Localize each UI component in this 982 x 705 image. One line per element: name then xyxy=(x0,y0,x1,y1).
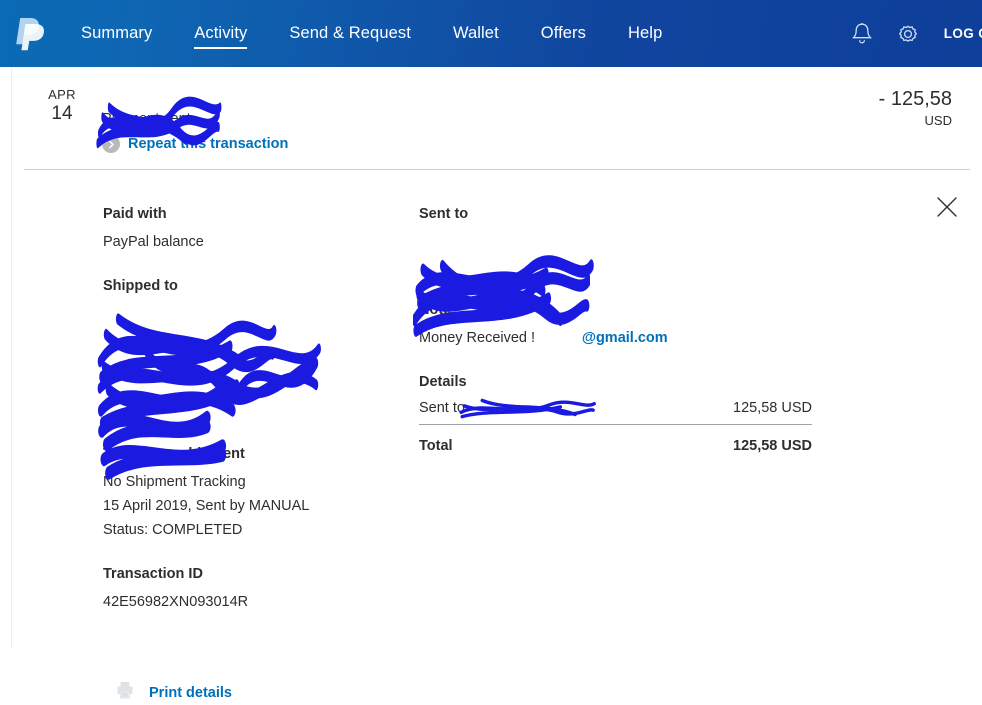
tracking-line: Status: COMPLETED xyxy=(103,522,243,538)
paid-with-value: PayPal balance xyxy=(103,234,204,250)
detail-right-column: Sent to [redacted name] xyxy=(413,204,847,636)
nav-label: Activity xyxy=(194,24,248,43)
transaction-amount-currency: USD xyxy=(924,113,952,128)
logout-button[interactable]: LOG OUT xyxy=(944,26,982,41)
nav-item-help[interactable]: Help xyxy=(607,0,683,67)
redacted-address-line: [redact5] xyxy=(100,398,227,494)
shipped-to-title: Shipped to xyxy=(103,278,178,294)
details-row-label: Sent to[redacted recipient] xyxy=(419,398,596,419)
sent-to-section: Sent to [redacted name] xyxy=(413,204,847,346)
redacted-row-recipient: [redacted recipient] xyxy=(459,398,596,419)
transaction-date-day: 14 xyxy=(51,103,73,124)
transaction-id-value: 42E56982XN093014R xyxy=(103,594,249,610)
details-summary-section: Details Sent to[redacted recipient] 125,… xyxy=(419,372,847,454)
sent-to-title: Sent to xyxy=(419,206,469,222)
close-icon[interactable] xyxy=(932,192,962,222)
nav-item-offers[interactable]: Offers xyxy=(520,0,607,67)
shipped-to-line: [redacted line 1] xyxy=(97,302,417,383)
top-navigation-bar: Summary Activity Send & Request Wallet O… xyxy=(0,0,982,67)
nav-label: Send & Request xyxy=(289,24,411,43)
nav-label: Wallet xyxy=(452,24,499,43)
transaction-summary-row: APR 14 [redacted] xyxy=(12,67,982,169)
activity-page: APR 14 [redacted] xyxy=(0,67,982,701)
nav-label: Summary xyxy=(81,24,153,43)
nav-label: Help xyxy=(628,24,663,43)
redacted-payee: [redacted] xyxy=(96,87,222,167)
details-total-value: 125,58 USD xyxy=(733,438,812,454)
nav-item-wallet[interactable]: Wallet xyxy=(432,0,520,67)
transaction-payee-name: [redacted] xyxy=(96,87,862,149)
nav-item-summary[interactable]: Summary xyxy=(60,0,173,67)
header-actions: LOG OUT xyxy=(848,0,982,67)
transaction-id-section: Transaction ID 42E56982XN093014R xyxy=(103,564,417,614)
shipped-to-section: Shipped to [redacted line 1] xyxy=(97,276,417,480)
paypal-logo-icon[interactable] xyxy=(8,13,50,55)
transaction-date: APR 14 xyxy=(39,87,85,125)
print-details-label: Print details xyxy=(149,684,232,701)
details-summary-rows: Sent to[redacted recipient] 125,58 USD T… xyxy=(419,398,847,454)
transaction-info: [redacted] Payment sent xyxy=(96,87,982,153)
tracking-line: 15 April 2019, Sent by MANUAL xyxy=(103,498,310,514)
nav-label: Offers xyxy=(540,24,587,43)
detail-columns: Paid with PayPal balance Shipped to [red… xyxy=(12,204,982,636)
details-total-row: Total 125,58 USD xyxy=(419,425,812,454)
settings-gear-icon[interactable] xyxy=(894,20,922,48)
paid-with-title: Paid with xyxy=(103,206,167,222)
details-summary-title: Details xyxy=(419,374,467,390)
nav-item-send-request[interactable]: Send & Request xyxy=(268,0,432,67)
sent-to-name: [redacted name] xyxy=(415,230,847,310)
sent-to-email: [redacted local] @gmail.com xyxy=(413,254,847,346)
printer-icon xyxy=(115,680,135,705)
transaction-id-title: Transaction ID xyxy=(103,566,203,582)
main-nav: Summary Activity Send & Request Wallet O… xyxy=(60,0,683,67)
shipped-to-line: [redacted line 2 longer] xyxy=(97,326,417,405)
paid-with-section: Paid with PayPal balance xyxy=(103,204,417,254)
detail-left-column: Paid with PayPal balance Shipped to [red… xyxy=(12,204,417,636)
details-row-value: 125,58 USD xyxy=(733,400,812,416)
print-details-link[interactable]: Print details xyxy=(115,680,232,705)
notifications-bell-icon[interactable] xyxy=(848,20,876,48)
transaction-card: APR 14 [redacted] xyxy=(11,67,982,701)
details-total-label: Total xyxy=(419,438,453,454)
redacted-email-local: [redacted local] xyxy=(413,254,590,350)
table-row: Sent to[redacted recipient] 125,58 USD xyxy=(419,398,812,425)
transaction-amount-value: - 125,58 xyxy=(878,88,952,110)
transaction-detail-panel: Paid with PayPal balance Shipped to [red… xyxy=(12,170,982,705)
transaction-amount: - 125,58 USD xyxy=(879,87,952,130)
nav-item-activity[interactable]: Activity xyxy=(173,0,268,67)
transaction-date-month: APR xyxy=(48,87,76,102)
email-domain: @gmail.com xyxy=(581,330,668,346)
